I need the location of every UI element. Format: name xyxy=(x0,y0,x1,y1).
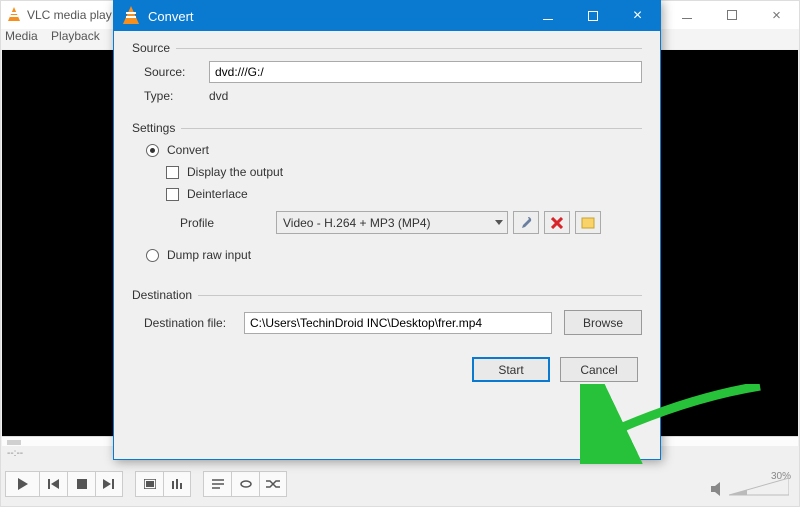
play-icon xyxy=(17,478,29,490)
dump-raw-radio[interactable]: Dump raw input xyxy=(146,248,642,262)
shuffle-button[interactable] xyxy=(259,471,287,497)
browse-button-label: Browse xyxy=(583,316,623,330)
checkbox-icon xyxy=(166,188,179,201)
source-legend: Source xyxy=(132,41,176,55)
wrench-icon xyxy=(519,216,533,230)
deinterlace-checkbox[interactable]: Deinterlace xyxy=(166,187,642,201)
source-label: Source: xyxy=(144,65,209,79)
minimize-icon xyxy=(682,18,692,19)
volume-control[interactable] xyxy=(711,478,789,496)
dialog-titlebar[interactable]: Convert × xyxy=(114,1,660,31)
vlc-cone-icon xyxy=(7,7,21,23)
equalizer-icon xyxy=(171,479,183,489)
dialog-title: Convert xyxy=(148,9,194,24)
profile-select[interactable]: Video - H.264 + MP3 (MP4) xyxy=(276,211,508,234)
menu-playback[interactable]: Playback xyxy=(51,29,100,43)
x-red-icon xyxy=(551,217,563,229)
edit-profile-button[interactable] xyxy=(513,211,539,234)
radio-icon xyxy=(146,144,159,157)
close-icon: × xyxy=(633,8,642,24)
stop-button[interactable] xyxy=(67,471,95,497)
vlc-time-elapsed: --:-- xyxy=(7,448,23,459)
source-input[interactable] xyxy=(209,61,642,83)
new-profile-button[interactable] xyxy=(575,211,601,234)
next-button[interactable] xyxy=(95,471,123,497)
new-file-icon xyxy=(581,217,595,229)
prev-button[interactable] xyxy=(39,471,67,497)
vlc-minimize-button[interactable] xyxy=(664,1,709,29)
checkbox-icon xyxy=(166,166,179,179)
fullscreen-button[interactable] xyxy=(135,471,163,497)
close-icon: × xyxy=(772,7,781,24)
type-label: Type: xyxy=(144,89,209,103)
start-button-label: Start xyxy=(498,363,523,377)
radio-icon xyxy=(146,249,159,262)
maximize-icon xyxy=(727,10,737,20)
cancel-button-label: Cancel xyxy=(580,363,617,377)
display-output-label: Display the output xyxy=(187,165,283,179)
vlc-close-button[interactable]: × xyxy=(754,1,799,29)
delete-profile-button[interactable] xyxy=(544,211,570,234)
skip-prev-icon xyxy=(48,479,60,489)
shuffle-icon xyxy=(266,479,280,489)
destination-file-label: Destination file: xyxy=(144,316,244,330)
speaker-icon xyxy=(711,482,725,496)
stop-icon xyxy=(77,479,87,489)
vlc-control-bar xyxy=(5,468,287,500)
loop-icon xyxy=(239,479,253,489)
convert-radio-label: Convert xyxy=(167,143,209,157)
dialog-close-button[interactable]: × xyxy=(615,1,660,31)
convert-dialog: Convert × Source Source: Type: dvd Setti… xyxy=(113,0,661,460)
loop-button[interactable] xyxy=(231,471,259,497)
destination-legend: Destination xyxy=(132,288,198,302)
chevron-down-icon xyxy=(495,220,503,225)
vlc-maximize-button[interactable] xyxy=(709,1,754,29)
vlc-cone-icon xyxy=(122,6,140,26)
playlist-button[interactable] xyxy=(203,471,231,497)
maximize-icon xyxy=(588,11,598,21)
volume-slider[interactable] xyxy=(729,478,789,496)
profile-value: Video - H.264 + MP3 (MP4) xyxy=(283,216,431,230)
minimize-icon xyxy=(543,19,553,20)
type-value: dvd xyxy=(209,89,228,103)
display-output-checkbox[interactable]: Display the output xyxy=(166,165,642,179)
menu-media[interactable]: Media xyxy=(5,29,38,43)
vlc-window-title: VLC media play xyxy=(27,8,112,22)
destination-file-input[interactable] xyxy=(244,312,552,334)
play-button[interactable] xyxy=(5,471,39,497)
browse-button[interactable]: Browse xyxy=(564,310,642,335)
dialog-minimize-button[interactable] xyxy=(525,1,570,31)
convert-radio[interactable]: Convert xyxy=(146,143,642,157)
fullscreen-icon xyxy=(144,479,156,489)
dialog-maximize-button[interactable] xyxy=(570,1,615,31)
destination-group: Destination Destination file: Browse xyxy=(132,288,642,339)
source-group: Source Source: Type: dvd xyxy=(132,41,642,109)
playlist-icon xyxy=(212,479,224,489)
settings-group: Settings Convert Display the output Dein… xyxy=(132,121,642,276)
skip-next-icon xyxy=(103,479,115,489)
start-button[interactable]: Start xyxy=(472,357,550,382)
settings-legend: Settings xyxy=(132,121,181,135)
deinterlace-label: Deinterlace xyxy=(187,187,248,201)
extended-settings-button[interactable] xyxy=(163,471,191,497)
profile-label: Profile xyxy=(180,216,276,230)
cancel-button[interactable]: Cancel xyxy=(560,357,638,382)
dump-raw-label: Dump raw input xyxy=(167,248,251,262)
